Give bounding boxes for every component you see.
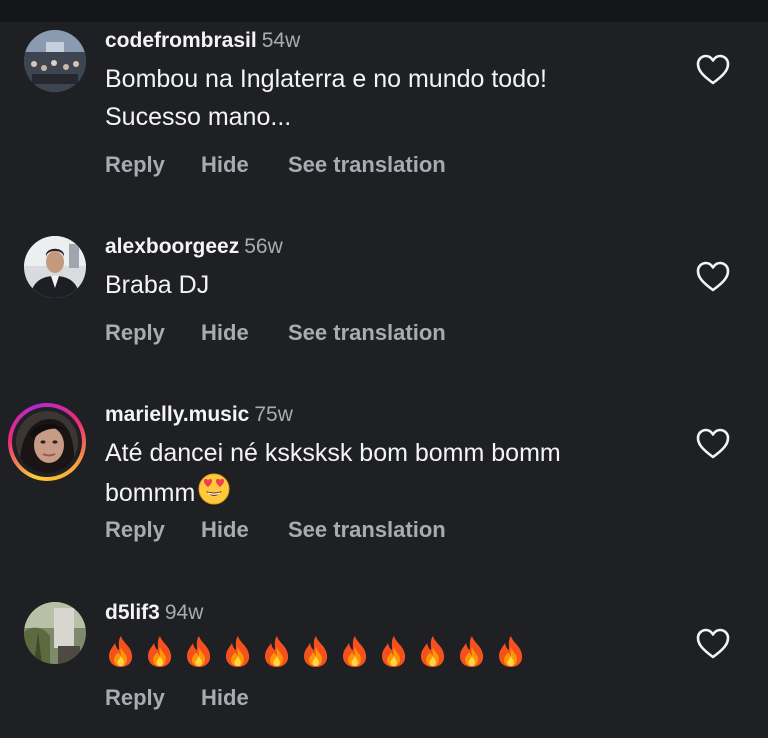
hide-button[interactable]: Hide	[201, 685, 249, 711]
reply-button[interactable]: Reply	[105, 320, 165, 346]
comment-text-line: Até dancei né ksksksk bom bomm bomm	[105, 439, 561, 467]
reply-button[interactable]: Reply	[105, 152, 165, 178]
hide-button[interactable]: Hide	[201, 320, 249, 346]
comment-header: d5lif3 94w	[105, 600, 203, 626]
avatar[interactable]	[24, 602, 86, 664]
fire-emoji	[261, 634, 293, 679]
comment-text-fragment: bommm	[105, 479, 196, 508]
reply-button[interactable]: Reply	[105, 685, 165, 711]
see-translation-button[interactable]: See translation	[288, 152, 446, 178]
comment-age: 56w	[244, 235, 283, 258]
avatar[interactable]	[24, 30, 86, 92]
comment-text-line-with-emoji: bommm	[105, 472, 665, 517]
fire-emoji	[378, 634, 410, 679]
username[interactable]: d5lif3	[105, 601, 160, 624]
comment-text: Até dancei né ksksksk bom bomm bomm bomm…	[105, 434, 665, 517]
avatar[interactable]	[16, 411, 78, 473]
fire-emoji	[144, 634, 176, 679]
avatar[interactable]	[24, 236, 86, 298]
fire-emoji	[105, 634, 137, 679]
fire-emoji	[495, 634, 527, 679]
fire-emoji	[222, 634, 254, 679]
comment-text-line: Sucesso mano...	[105, 103, 292, 131]
fire-emoji	[456, 634, 488, 679]
comment-item: alexboorgeez 56w Braba DJ Reply Hide See …	[0, 212, 768, 382]
username[interactable]: marielly.music	[105, 403, 249, 426]
reply-button[interactable]: Reply	[105, 517, 165, 543]
fire-emoji	[183, 634, 215, 679]
username[interactable]: codefrombrasil	[105, 29, 257, 52]
see-translation-button[interactable]: See translation	[288, 517, 446, 543]
comment-age: 94w	[164, 601, 204, 624]
see-translation-button[interactable]: See translation	[288, 320, 446, 346]
comment-age: 54w	[261, 29, 301, 52]
comment-header: marielly.music 75w	[105, 402, 293, 428]
fire-emoji	[300, 634, 332, 679]
hide-button[interactable]: Hide	[201, 517, 249, 543]
hide-button[interactable]: Hide	[201, 152, 249, 178]
story-ring[interactable]	[8, 403, 86, 481]
heart-eyes-emoji	[197, 472, 231, 517]
heart-outline-icon[interactable]	[696, 628, 730, 660]
comment-age: 75w	[254, 403, 293, 426]
fire-emoji	[417, 634, 449, 679]
fire-emoji-row	[105, 634, 665, 679]
fire-emoji	[339, 634, 371, 679]
comment-header: alexboorgeez 56w	[105, 234, 283, 260]
comment-header: codefrombrasil 54w	[105, 28, 300, 54]
heart-outline-icon[interactable]	[696, 54, 730, 86]
comment-text	[105, 634, 665, 679]
comment-text: Bombou na Inglaterra e no mundo todo! Su…	[105, 60, 665, 136]
heart-outline-icon[interactable]	[696, 261, 730, 293]
username[interactable]: alexboorgeez	[105, 235, 239, 258]
comment-item: marielly.music 75w Até dancei né ksksksk …	[0, 382, 768, 587]
comment-text-line: Bombou na Inglaterra e no mundo todo!	[105, 65, 547, 93]
top-divider	[0, 0, 768, 22]
comment-text: Braba DJ	[105, 266, 665, 304]
heart-outline-icon[interactable]	[696, 428, 730, 460]
comment-item: d5lif3 94w Reply Hide	[0, 587, 768, 738]
comment-text-line: Braba DJ	[105, 271, 210, 299]
comment-item: codefrombrasil 54w Bombou na Inglaterra e…	[0, 22, 768, 212]
